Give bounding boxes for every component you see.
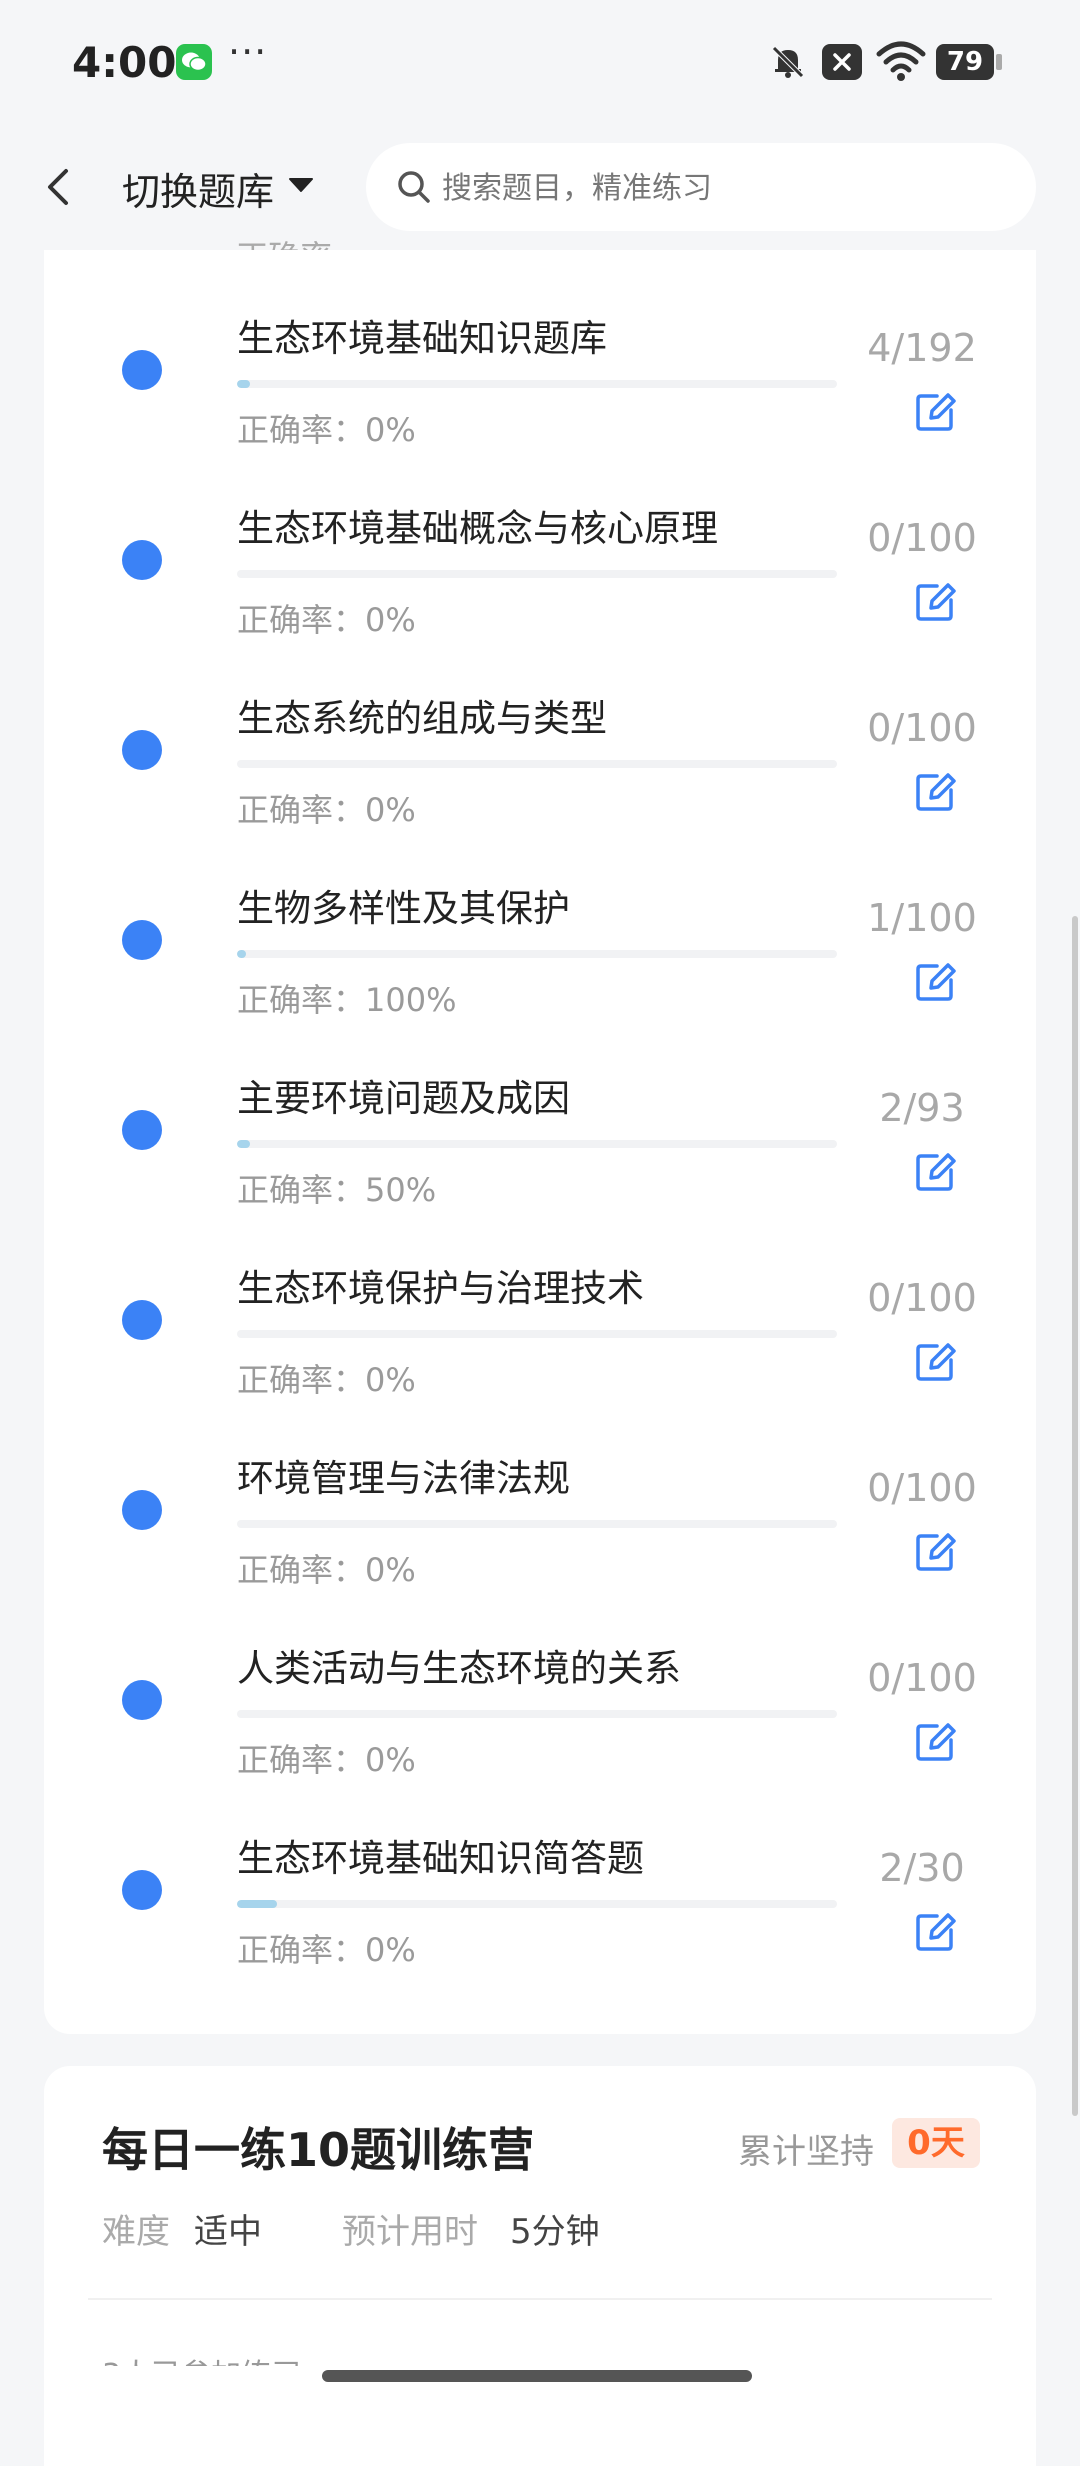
progress-bar — [237, 1330, 837, 1338]
chapter-title: 人类活动与生态环境的关系 — [237, 1647, 681, 1690]
estimated-time-label: 预计用时 — [342, 2212, 478, 2252]
partial-accuracy-label: 正确率 — [236, 232, 332, 250]
status-bar: 4:00 ··· 79 — [0, 0, 1080, 125]
difficulty-value: 适中 — [194, 2212, 262, 2252]
bell-muted-icon — [768, 42, 808, 86]
list-item[interactable]: 生态环境基础知识题库正确率：0% 4/192 — [44, 298, 1036, 488]
progress-bar — [237, 380, 837, 388]
chapter-title: 环境管理与法律法规 — [237, 1457, 570, 1500]
edit-icon[interactable] — [913, 580, 957, 628]
question-count: 1/100 — [867, 896, 977, 940]
question-count: 2/30 — [879, 1846, 965, 1890]
status-dot — [122, 730, 162, 770]
more-notifications-icon: ··· — [228, 30, 268, 74]
home-indicator[interactable] — [322, 2370, 752, 2382]
progress-bar — [237, 1140, 837, 1148]
progress-fill — [237, 950, 246, 958]
list-item[interactable]: 生态环境基础概念与核心原理正确率：0% 0/100 — [44, 488, 1036, 678]
battery-tip — [996, 54, 1002, 70]
accuracy-text: 正确率：50% — [237, 1171, 437, 1209]
status-dot — [122, 920, 162, 960]
chapter-title: 生物多样性及其保护 — [237, 887, 570, 930]
status-dot — [122, 1300, 162, 1340]
status-dot — [122, 1870, 162, 1910]
chapter-title: 生态环境基础知识简答题 — [237, 1837, 644, 1880]
progress-bar — [237, 950, 837, 958]
progress-bar — [237, 760, 837, 768]
status-dot — [122, 350, 162, 390]
list-item[interactable]: 主要环境问题及成因正确率：50% 2/93 — [44, 1058, 1036, 1248]
accuracy-text: 正确率：0% — [237, 411, 416, 449]
edit-icon[interactable] — [913, 770, 957, 818]
switch-question-bank-button[interactable]: 切换题库 — [122, 161, 274, 216]
list-item[interactable]: 生态环境保护与治理技术正确率：0% 0/100 — [44, 1248, 1036, 1438]
chapter-title: 生态环境基础知识题库 — [237, 317, 607, 360]
camp-title: 每日一练10题训练营 — [102, 2123, 535, 2177]
list-item[interactable]: 生物多样性及其保护正确率：100% 1/100 — [44, 868, 1036, 1058]
question-count: 0/100 — [867, 1276, 977, 1320]
edit-icon[interactable] — [913, 390, 957, 438]
progress-bar — [237, 1710, 837, 1718]
question-count: 0/100 — [867, 1466, 977, 1510]
streak-badge: 0天 — [892, 2118, 980, 2168]
progress-bar — [237, 1520, 837, 1528]
list-item[interactable]: 生态环境基础知识简答题正确率：0% 2/30 — [44, 1818, 1036, 2008]
edit-icon[interactable] — [913, 1150, 957, 1198]
caret-down-icon[interactable] — [288, 177, 314, 197]
edit-icon[interactable] — [913, 960, 957, 1008]
list-item[interactable]: 人类活动与生态环境的关系正确率：0% 0/100 — [44, 1628, 1036, 1818]
top-header: 切换题库 — [0, 125, 1080, 250]
accuracy-text: 正确率：0% — [237, 791, 416, 829]
close-notification-icon — [822, 44, 862, 80]
search-icon — [396, 169, 432, 209]
accuracy-text: 正确率：0% — [237, 1741, 416, 1779]
accuracy-text: 正确率：0% — [237, 1551, 416, 1589]
progress-bar — [237, 1900, 837, 1908]
search-box[interactable] — [366, 143, 1036, 233]
accuracy-text: 正确率：0% — [237, 601, 416, 639]
daily-training-camp-card[interactable]: 每日一练10题训练营 累计坚持 0天 难度 适中 预计用时 5分钟 3人已参加练… — [44, 2066, 1036, 2466]
status-dot — [122, 540, 162, 580]
scrollbar[interactable] — [1072, 916, 1078, 2116]
progress-fill — [237, 1140, 250, 1148]
progress-fill — [237, 380, 250, 388]
edit-icon[interactable] — [913, 1720, 957, 1768]
accuracy-text: 正确率：0% — [237, 1931, 416, 1969]
accuracy-text: 正确率：100% — [237, 981, 457, 1019]
list-item[interactable]: 生态系统的组成与类型正确率：0% 0/100 — [44, 678, 1036, 868]
chapter-list-card: 生态环境基础知识题库 正确率：0% 4/192 生态环境基础概念与核心原理 正确率：0%… — [44, 250, 1036, 2034]
wechat-icon — [176, 44, 212, 80]
chapter-title: 主要环境问题及成因 — [237, 1077, 570, 1120]
accuracy-text: 正确率：0% — [237, 1361, 416, 1399]
status-dot — [122, 1110, 162, 1150]
chapter-title: 生态系统的组成与类型 — [237, 697, 607, 740]
progress-fill — [237, 1900, 277, 1908]
back-arrow-icon[interactable] — [42, 165, 76, 213]
status-time: 4:00 — [72, 38, 177, 87]
divider — [88, 2298, 992, 2300]
status-dot — [122, 1490, 162, 1530]
edit-icon[interactable] — [913, 1910, 957, 1958]
progress-bar — [237, 570, 837, 578]
battery-indicator: 79 — [936, 44, 994, 80]
question-count: 4/192 — [867, 326, 977, 370]
chapter-title: 生态环境基础概念与核心原理 — [237, 507, 718, 550]
wifi-icon — [876, 40, 926, 86]
search-input[interactable] — [440, 143, 1004, 233]
question-count: 0/100 — [867, 706, 977, 750]
question-count: 2/93 — [879, 1086, 965, 1130]
participants-text: 3人已参加练习 — [102, 2350, 301, 2366]
list-item[interactable]: 环境管理与法律法规正确率：0% 0/100 — [44, 1438, 1036, 1628]
question-count: 0/100 — [867, 516, 977, 560]
edit-icon[interactable] — [913, 1530, 957, 1578]
status-dot — [122, 1680, 162, 1720]
streak-label: 累计坚持 — [738, 2132, 874, 2172]
estimated-time-value: 5分钟 — [510, 2212, 600, 2252]
question-count: 0/100 — [867, 1656, 977, 1700]
edit-icon[interactable] — [913, 1340, 957, 1388]
difficulty-label: 难度 — [102, 2212, 170, 2252]
chapter-title: 生态环境保护与治理技术 — [237, 1267, 644, 1310]
